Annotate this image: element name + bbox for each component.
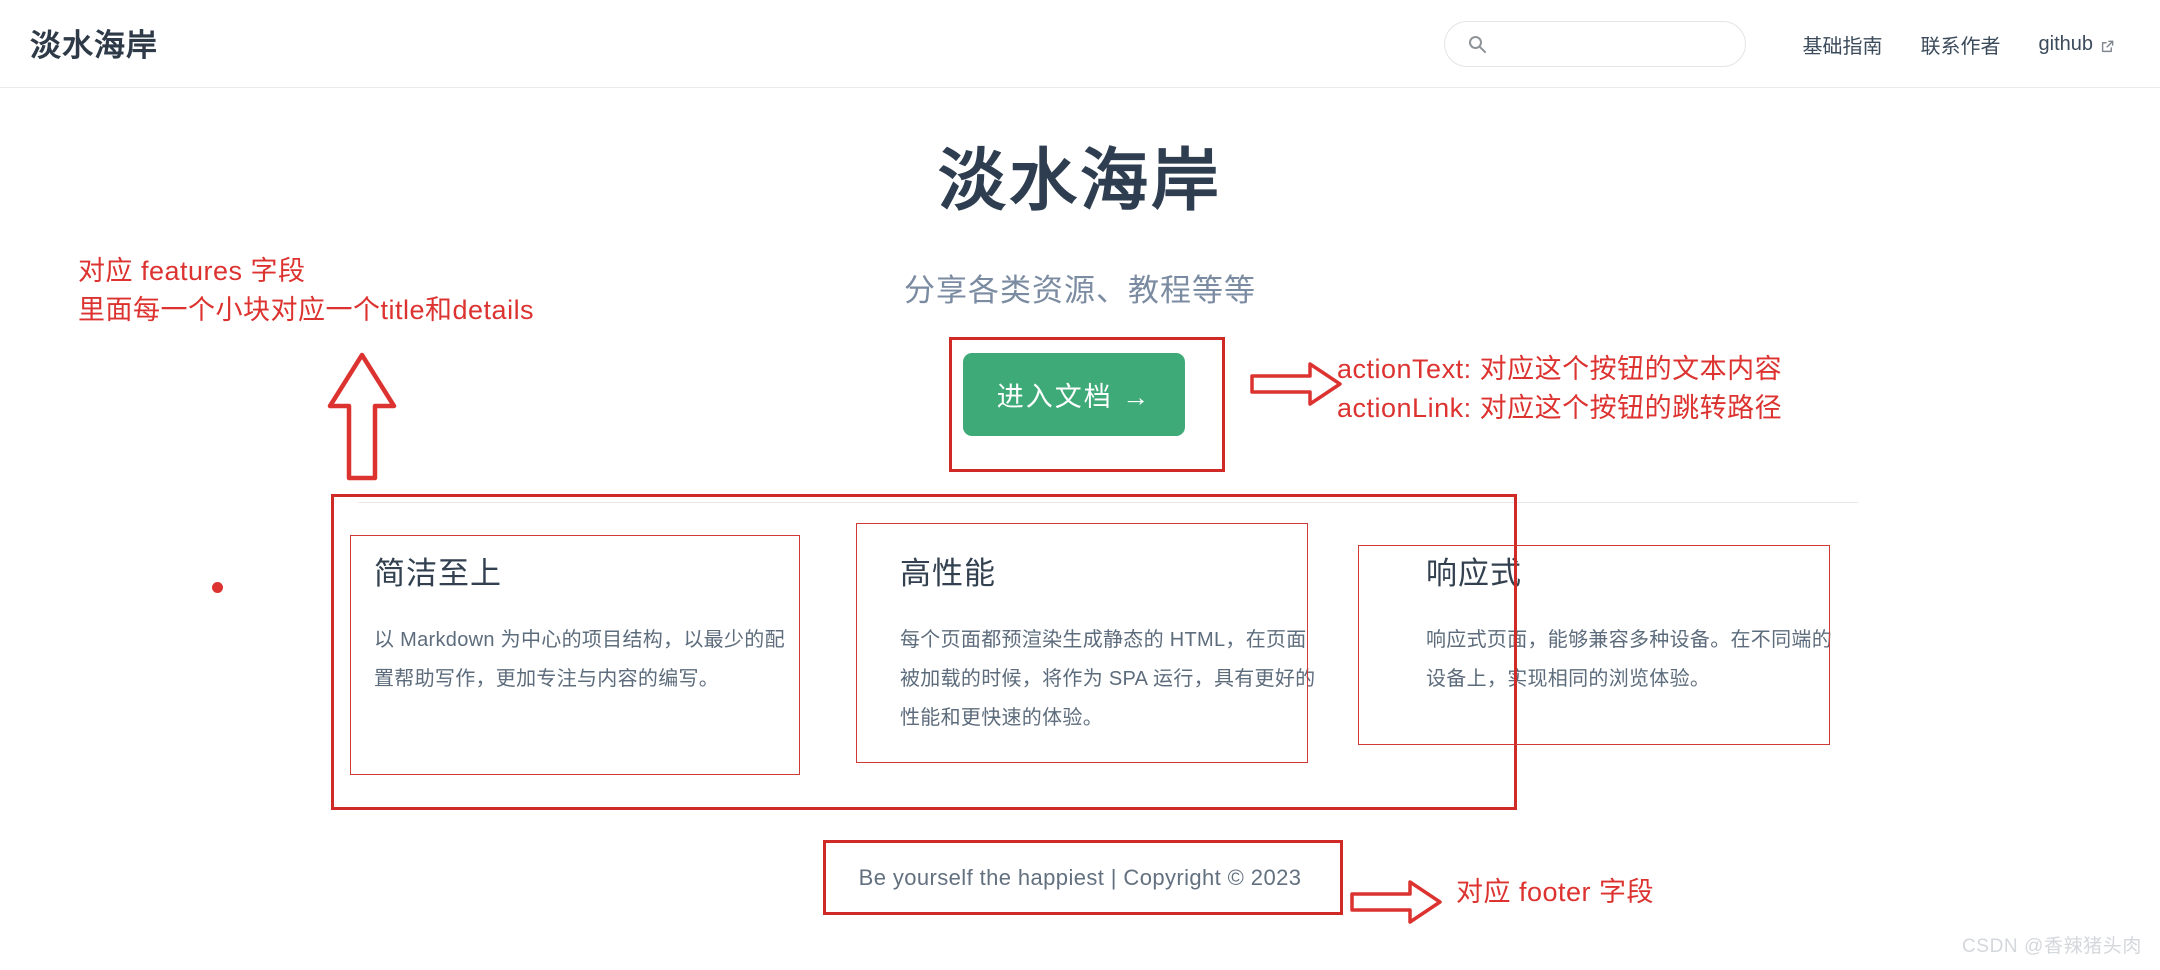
- annotation-footer-text: 对应 footer 字段: [1456, 873, 1654, 912]
- navbar: 淡水海岸 基础指南 联系作者 github: [0, 0, 2160, 88]
- annotation-arrow-up-icon: [325, 350, 399, 487]
- search-input[interactable]: [1486, 34, 1745, 54]
- annotation-box-feature-2: [856, 523, 1308, 763]
- search-box[interactable]: [1443, 21, 1746, 67]
- nav-link-github-label: github: [2038, 32, 2094, 55]
- page-root: 淡水海岸 基础指南 联系作者 github 淡水海岸 分享各类资源、教程等等 进…: [0, 0, 2160, 970]
- annotation-dot: [212, 582, 223, 593]
- search-icon: [1467, 34, 1487, 54]
- hero-title: 淡水海岸: [937, 143, 1222, 219]
- annotation-features-line1: 对应 features 字段: [78, 256, 306, 286]
- annotation-box-feature-3: [1358, 545, 1830, 745]
- nav-link-guide-label: 基础指南: [1802, 35, 1883, 58]
- annotation-arrow-right-icon-action: [1248, 360, 1344, 413]
- annotation-action-line2: actionLink: 对应这个按钮的跳转路径: [1337, 393, 1783, 424]
- annotation-footer-label: 对应 footer 字段: [1456, 877, 1655, 907]
- site-brand[interactable]: 淡水海岸: [30, 20, 158, 65]
- annotation-box-action-button: [949, 337, 1225, 472]
- nav-link-contact[interactable]: 联系作者: [1902, 30, 2020, 59]
- nav-right-group: 基础指南 联系作者 github: [1443, 0, 2135, 88]
- external-link-icon: [2100, 37, 2115, 52]
- annotation-action-line1: actionText: 对应这个按钮的文本内容: [1337, 354, 1783, 384]
- annotation-action-text: actionText: 对应这个按钮的文本内容 actionLink: 对应这个…: [1337, 350, 1782, 428]
- annotation-features-text: 对应 features 字段 里面每一个小块对应一个title和details: [78, 252, 534, 330]
- annotation-box-footer: [823, 840, 1343, 915]
- nav-link-contact-label: 联系作者: [1920, 35, 2001, 58]
- annotation-box-feature-1: [350, 535, 800, 775]
- annotation-features-line2: 里面每一个小块对应一个title和details: [78, 295, 535, 326]
- nav-link-guide[interactable]: 基础指南: [1784, 30, 1902, 59]
- watermark: CSDN @香辣猪头肉: [1961, 936, 2142, 957]
- annotation-arrow-right-icon-footer: [1348, 878, 1444, 931]
- nav-link-github[interactable]: github: [2020, 33, 2135, 56]
